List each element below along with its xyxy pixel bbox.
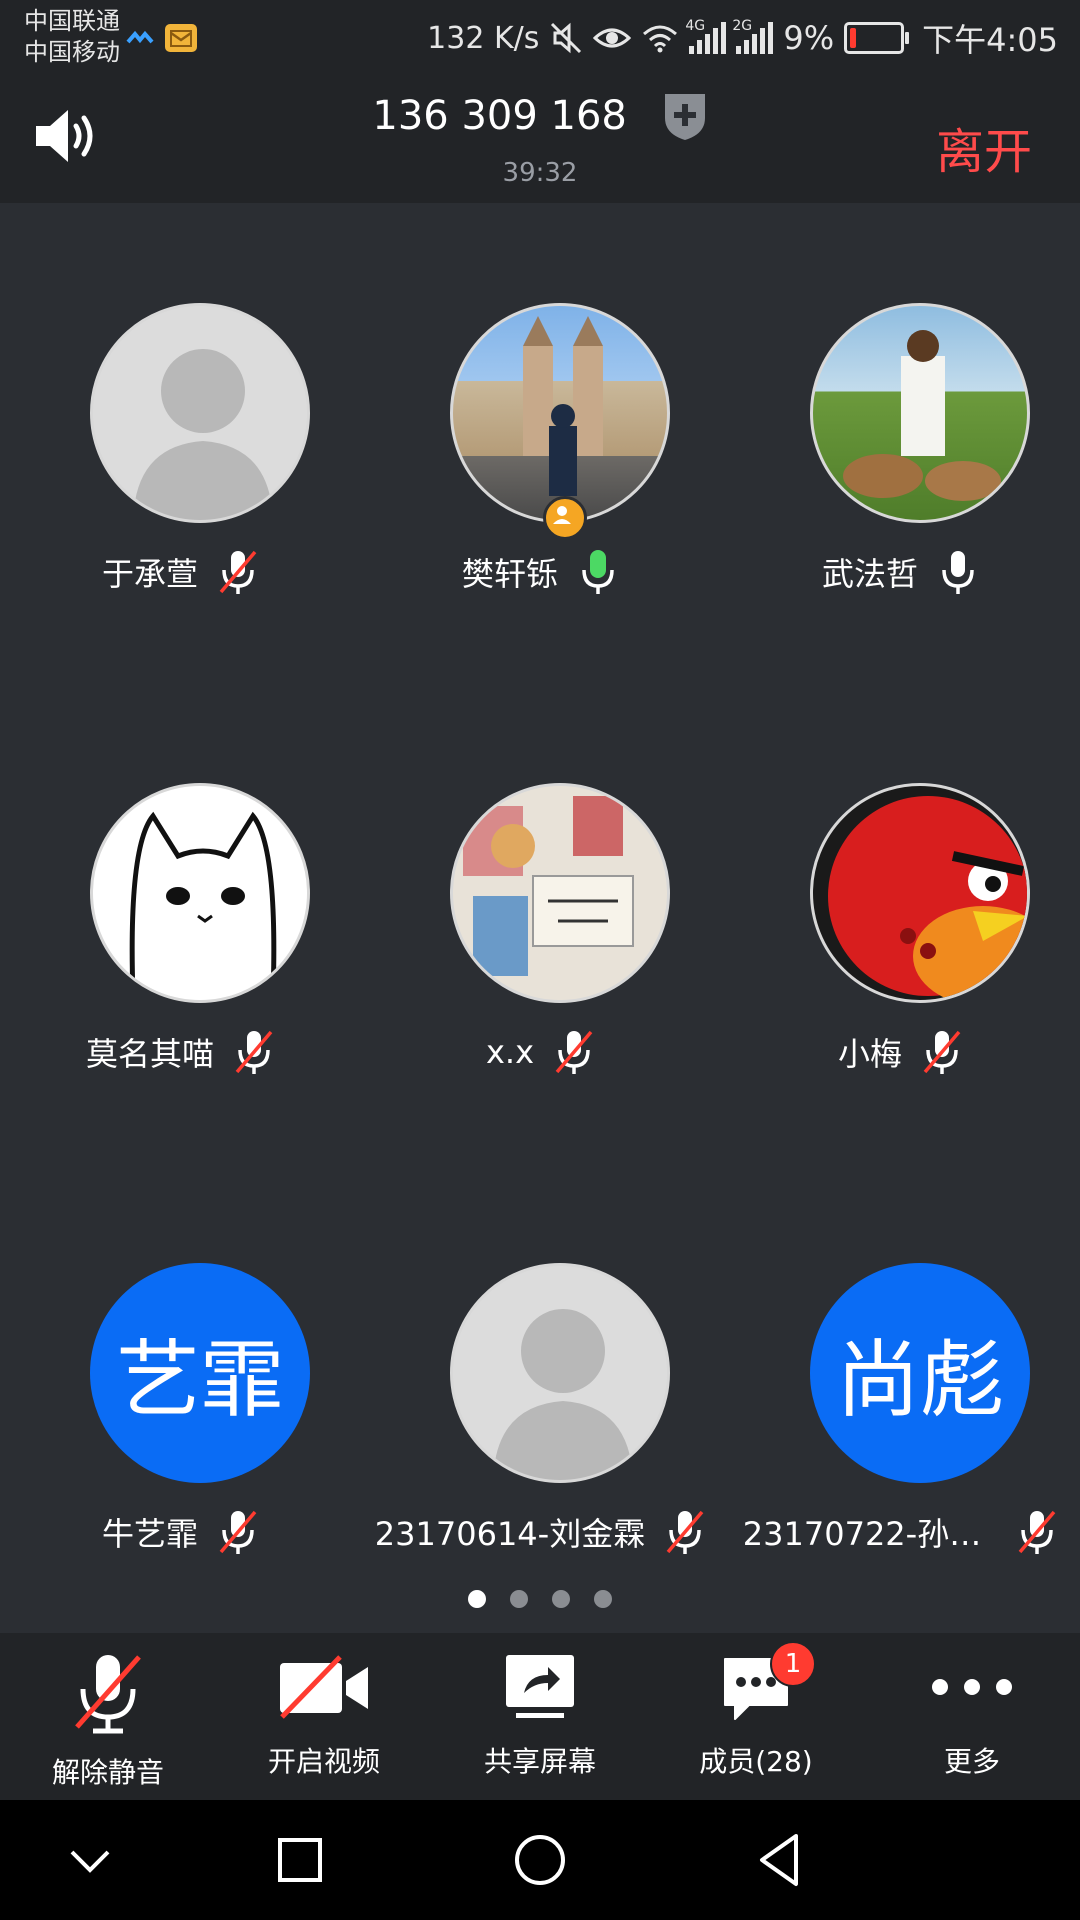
photo-avatar bbox=[90, 783, 310, 1003]
share-screen-button[interactable]: 共享屏幕 bbox=[432, 1633, 648, 1800]
system-nav-bar bbox=[0, 1800, 1080, 1920]
page-dot[interactable] bbox=[510, 1590, 528, 1608]
participant-tile[interactable]: 23170614-刘金霖 bbox=[360, 1163, 720, 1643]
more-label: 更多 bbox=[943, 1745, 1000, 1778]
meeting-id[interactable]: 136 309 168 bbox=[0, 90, 1080, 142]
mute-icon bbox=[551, 22, 582, 54]
members-button[interactable]: 1 成员(28) bbox=[648, 1633, 864, 1800]
page-indicator[interactable] bbox=[0, 1590, 1080, 1608]
participant-name: 23170614-刘金霖 bbox=[374, 1515, 646, 1553]
participant-name: 于承萱 bbox=[101, 555, 198, 593]
meeting-duration: 39:32 bbox=[502, 158, 578, 188]
mic-muted-icon bbox=[219, 550, 257, 594]
carrier-2: 中国移动 bbox=[24, 38, 120, 66]
unmute-label: 解除静音 bbox=[51, 1756, 164, 1789]
carrier-1: 中国联通 bbox=[24, 7, 120, 35]
initials-avatar: 尚彪 bbox=[810, 1263, 1030, 1483]
participant-tile[interactable]: 艺霏 牛艺霏 bbox=[0, 1163, 360, 1643]
clock: 下午4:05 bbox=[922, 21, 1058, 59]
start-video-button[interactable]: 开启视频 bbox=[216, 1633, 432, 1800]
photo-avatar bbox=[810, 783, 1030, 1003]
participant-name: 牛艺霏 bbox=[101, 1515, 198, 1553]
video-off-icon bbox=[280, 1655, 368, 1719]
mail-icon bbox=[165, 24, 197, 52]
mic-icon bbox=[942, 551, 974, 594]
mic-muted-icon bbox=[1018, 1510, 1056, 1554]
mic-muted-icon bbox=[666, 1510, 704, 1554]
participant-tile[interactable]: 小梅 bbox=[720, 683, 1080, 1163]
eye-icon bbox=[593, 28, 632, 48]
default-avatar bbox=[90, 303, 310, 523]
meeting-toolbar: 解除静音 开启视频 共享屏幕 1 成员(28) 更多 bbox=[0, 1633, 1080, 1800]
notification-badge: 1 bbox=[770, 1641, 816, 1687]
battery-percent: 9% bbox=[783, 19, 835, 57]
back-triangle-icon[interactable] bbox=[748, 1828, 812, 1892]
participant-name: 23170722-孙… bbox=[742, 1515, 982, 1553]
page-dot[interactable] bbox=[552, 1590, 570, 1608]
share-screen-label: 共享屏幕 bbox=[483, 1745, 596, 1778]
home-circle-icon[interactable] bbox=[508, 1828, 572, 1892]
leave-button[interactable]: 离开 bbox=[936, 112, 1032, 182]
participant-name: x.x bbox=[485, 1033, 535, 1071]
more-button[interactable]: 更多 bbox=[864, 1633, 1080, 1800]
default-avatar bbox=[450, 1263, 670, 1483]
members-label: 成员(28) bbox=[699, 1745, 813, 1778]
security-shield-icon[interactable] bbox=[662, 90, 708, 142]
initials-avatar: 艺霏 bbox=[90, 1263, 310, 1483]
carrier-info: 中国联通 中国移动 bbox=[24, 6, 120, 68]
photo-avatar bbox=[810, 303, 1030, 523]
wifi-icon bbox=[643, 25, 678, 53]
participant-tile[interactable]: 于承萱 bbox=[0, 203, 360, 683]
hd-icon bbox=[126, 30, 154, 44]
recents-square-icon[interactable] bbox=[268, 1828, 332, 1892]
chevron-down-icon[interactable] bbox=[58, 1828, 122, 1892]
mic-muted-icon bbox=[923, 1030, 961, 1074]
participant-name: 武法哲 bbox=[821, 555, 918, 593]
participant-name: 莫名其喵 bbox=[85, 1035, 214, 1073]
more-dots-icon bbox=[932, 1679, 1012, 1695]
page-dot[interactable] bbox=[468, 1590, 486, 1608]
photo-avatar bbox=[450, 783, 670, 1003]
participant-tile[interactable]: 莫名其喵 bbox=[0, 683, 360, 1163]
mic-muted-icon bbox=[75, 1655, 141, 1734]
meeting-header: 136 309 168 39:32 离开 bbox=[0, 76, 1080, 203]
status-bar: 中国联通 中国移动 132 K/s 4G 2G 9% 下午4:05 bbox=[0, 0, 1080, 76]
network-type-2: 2G bbox=[732, 18, 753, 34]
photo-avatar bbox=[450, 303, 670, 523]
participant-tile[interactable]: 尚彪 23170722-孙… bbox=[720, 1163, 1080, 1643]
host-badge-icon bbox=[543, 496, 587, 540]
participant-name: 小梅 bbox=[837, 1035, 902, 1073]
participant-name: 樊轩铄 bbox=[461, 555, 558, 593]
participant-tile[interactable]: 武法哲 bbox=[720, 203, 1080, 683]
participant-tile[interactable]: x.x bbox=[360, 683, 720, 1163]
mic-muted-icon bbox=[555, 1030, 593, 1074]
page-dot[interactable] bbox=[594, 1590, 612, 1608]
participant-grid: 于承萱 樊轩铄 武法哲 莫名其喵 x.x 小梅 艺霏 牛艺霏 23170614-… bbox=[0, 203, 1080, 1633]
participant-tile[interactable]: 樊轩铄 bbox=[360, 203, 720, 683]
network-type-1: 4G bbox=[685, 18, 706, 34]
start-video-label: 开启视频 bbox=[267, 1745, 380, 1778]
mic-muted-icon bbox=[235, 1030, 273, 1074]
share-screen-icon bbox=[506, 1655, 574, 1718]
meeting-number: 136 309 168 bbox=[372, 93, 627, 139]
battery-icon bbox=[844, 22, 910, 54]
network-speed: 132 K/s bbox=[427, 20, 540, 56]
unmute-button[interactable]: 解除静音 bbox=[0, 1633, 216, 1800]
mic-muted-icon bbox=[219, 1510, 257, 1554]
mic-speaking-icon bbox=[582, 550, 614, 594]
